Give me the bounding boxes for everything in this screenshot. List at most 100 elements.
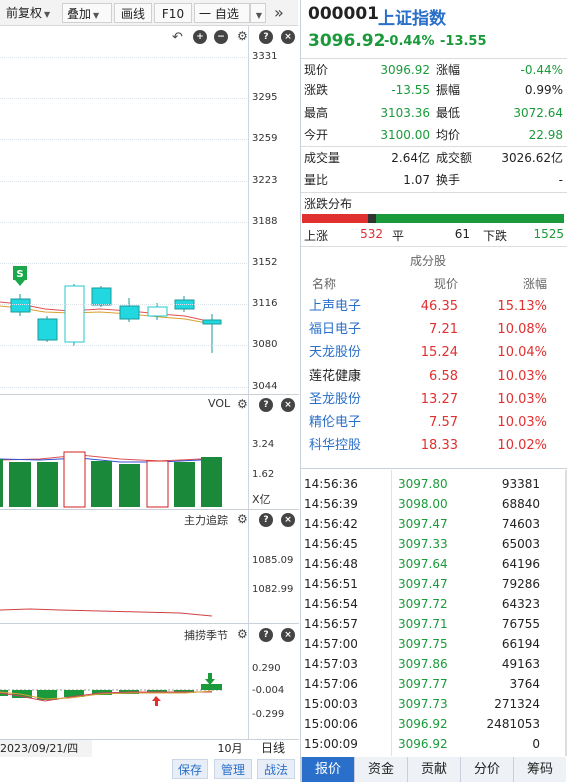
grid-line bbox=[0, 304, 247, 306]
candlestick-chart: S bbox=[0, 266, 222, 353]
price-tick: 3116 bbox=[252, 298, 278, 310]
help-icon[interactable]: ? bbox=[259, 30, 273, 44]
tick-time: 14:56:51 bbox=[304, 577, 358, 591]
tick-volume: 65003 bbox=[501, 537, 540, 551]
constituent-row[interactable]: 上声电子 46.35 15.13% bbox=[301, 296, 565, 318]
gear-icon[interactable]: ⚙ bbox=[237, 512, 248, 526]
price-tick: 3044 bbox=[252, 380, 278, 392]
close-icon[interactable]: × bbox=[281, 30, 295, 44]
adjust-dropdown[interactable]: 前复权 ▼ bbox=[2, 3, 60, 23]
stat-value: 2.64亿 bbox=[391, 151, 430, 165]
constituent-row[interactable]: 天龙股份 15.24 10.04% bbox=[301, 342, 565, 364]
tick-volume: 64196 bbox=[501, 557, 540, 571]
gear-icon[interactable]: ⚙ bbox=[237, 397, 248, 411]
constituent-price: 46.35 bbox=[420, 299, 458, 314]
help-icon[interactable]: ? bbox=[259, 513, 273, 527]
close-icon[interactable]: × bbox=[281, 628, 295, 642]
tick-price: 3097.72 bbox=[398, 597, 448, 611]
double-chevron-right-icon[interactable]: » bbox=[274, 3, 284, 22]
close-icon[interactable]: × bbox=[281, 398, 295, 412]
tick-time: 14:56:48 bbox=[304, 557, 358, 571]
sell-arrow-icon bbox=[205, 673, 215, 685]
grid-line bbox=[0, 57, 247, 58]
help-icon[interactable]: ? bbox=[259, 628, 273, 642]
tick-row: 14:56:57 3097.71 76755 bbox=[304, 614, 564, 634]
watchlist-dropdown[interactable]: ▼ bbox=[250, 3, 266, 23]
save-button[interactable]: 保存 bbox=[172, 759, 208, 779]
adjust-label: 前复权 bbox=[6, 6, 43, 20]
tick-time: 14:56:36 bbox=[304, 477, 358, 491]
constituent-name: 莲花健康 bbox=[309, 368, 362, 384]
tab-0[interactable]: 报价 bbox=[301, 757, 354, 782]
stat-label: 振幅 bbox=[436, 83, 461, 97]
f10-button[interactable]: F10 bbox=[154, 3, 192, 23]
gear-icon[interactable]: ⚙ bbox=[237, 627, 248, 641]
tab-3[interactable]: 分价 bbox=[460, 757, 513, 782]
sell-signal-text: S bbox=[16, 269, 23, 280]
stat-value: 1.07 bbox=[403, 173, 430, 187]
overlay-dropdown[interactable]: 叠加 ▼ bbox=[62, 3, 112, 23]
season-tick: -0.299 bbox=[252, 709, 285, 720]
current-price: 3096.92 bbox=[308, 31, 386, 51]
tick-volume: 74603 bbox=[501, 517, 540, 531]
constituents-title: 成分股 bbox=[410, 254, 447, 268]
help-icon[interactable]: ? bbox=[259, 398, 273, 412]
tactics-button[interactable]: 战法 bbox=[257, 759, 295, 779]
constituent-pct: 10.04% bbox=[497, 345, 547, 361]
stat-label: 今开 bbox=[304, 128, 329, 142]
flat-label: 平 bbox=[392, 229, 405, 243]
volume-bar bbox=[0, 459, 3, 507]
chart-toolbar: 前复权 ▼ 叠加 ▼ 画线 F10 一 自选 ▼ » bbox=[0, 0, 298, 26]
tracker-chart bbox=[0, 608, 213, 617]
vol-tick: 3.24 bbox=[252, 439, 275, 450]
volume-bar bbox=[119, 464, 140, 507]
tick-volume: 66194 bbox=[501, 637, 540, 651]
manage-button[interactable]: 管理 bbox=[214, 759, 252, 779]
vol-unit: X亿 bbox=[252, 493, 271, 506]
tick-row: 14:56:39 3098.00 68840 bbox=[304, 494, 564, 514]
draw-line-button[interactable]: 画线 bbox=[114, 3, 152, 23]
tick-price: 3098.00 bbox=[398, 497, 448, 511]
constituent-row[interactable]: 福日电子 7.21 10.08% bbox=[301, 319, 565, 341]
volume-chart bbox=[0, 451, 223, 508]
tick-row: 15:00:09 3096.92 0 bbox=[304, 734, 564, 754]
constituent-row[interactable]: 圣龙股份 13.27 10.03% bbox=[301, 389, 565, 411]
stat-value: 3100.00 bbox=[380, 128, 430, 142]
tick-price: 3097.71 bbox=[398, 617, 448, 631]
tick-time: 14:57:00 bbox=[304, 637, 358, 651]
constituent-row[interactable]: 莲花健康 6.58 10.03% bbox=[301, 366, 565, 388]
tick-volume: 93381 bbox=[501, 477, 540, 491]
candle bbox=[91, 287, 112, 306]
tab-2[interactable]: 贡献 bbox=[407, 757, 460, 782]
stock-code: 000001 bbox=[308, 4, 379, 24]
tick-price: 3097.80 bbox=[398, 477, 448, 491]
tick-price: 3097.77 bbox=[398, 677, 448, 691]
watchlist-button[interactable]: 一 自选 bbox=[194, 3, 250, 23]
constituent-row[interactable]: 精伦电子 7.57 10.03% bbox=[301, 412, 565, 434]
candle bbox=[147, 306, 168, 317]
grid-line bbox=[0, 180, 247, 182]
candle bbox=[64, 285, 85, 343]
daily-period-button[interactable]: 日线 bbox=[255, 740, 291, 757]
tick-volume: 68840 bbox=[501, 497, 540, 511]
tracker-tick: 1082.99 bbox=[252, 584, 294, 595]
tick-row: 14:56:48 3097.64 64196 bbox=[304, 554, 564, 574]
candle bbox=[119, 305, 140, 320]
tick-price: 3097.75 bbox=[398, 637, 448, 651]
tab-4[interactable]: 筹码 bbox=[513, 757, 566, 782]
tab-1[interactable]: 资金 bbox=[354, 757, 407, 782]
close-icon[interactable]: × bbox=[281, 513, 295, 527]
tick-volume: 76755 bbox=[501, 617, 540, 631]
constituent-row[interactable]: 科华控股 18.33 10.02% bbox=[301, 435, 565, 457]
stat-value: 0.99% bbox=[524, 83, 563, 97]
season-bar bbox=[201, 684, 222, 690]
distribution-up-segment bbox=[302, 214, 368, 223]
tick-time: 15:00:03 bbox=[304, 697, 358, 711]
candle bbox=[202, 319, 222, 325]
tick-row: 14:56:51 3097.47 79286 bbox=[304, 574, 564, 594]
vol-tick: 1.62 bbox=[252, 469, 275, 480]
constituent-name: 福日电子 bbox=[309, 322, 362, 338]
volume-bar bbox=[146, 460, 169, 508]
price-tick: 3188 bbox=[252, 215, 278, 227]
tick-time: 14:56:45 bbox=[304, 537, 358, 551]
